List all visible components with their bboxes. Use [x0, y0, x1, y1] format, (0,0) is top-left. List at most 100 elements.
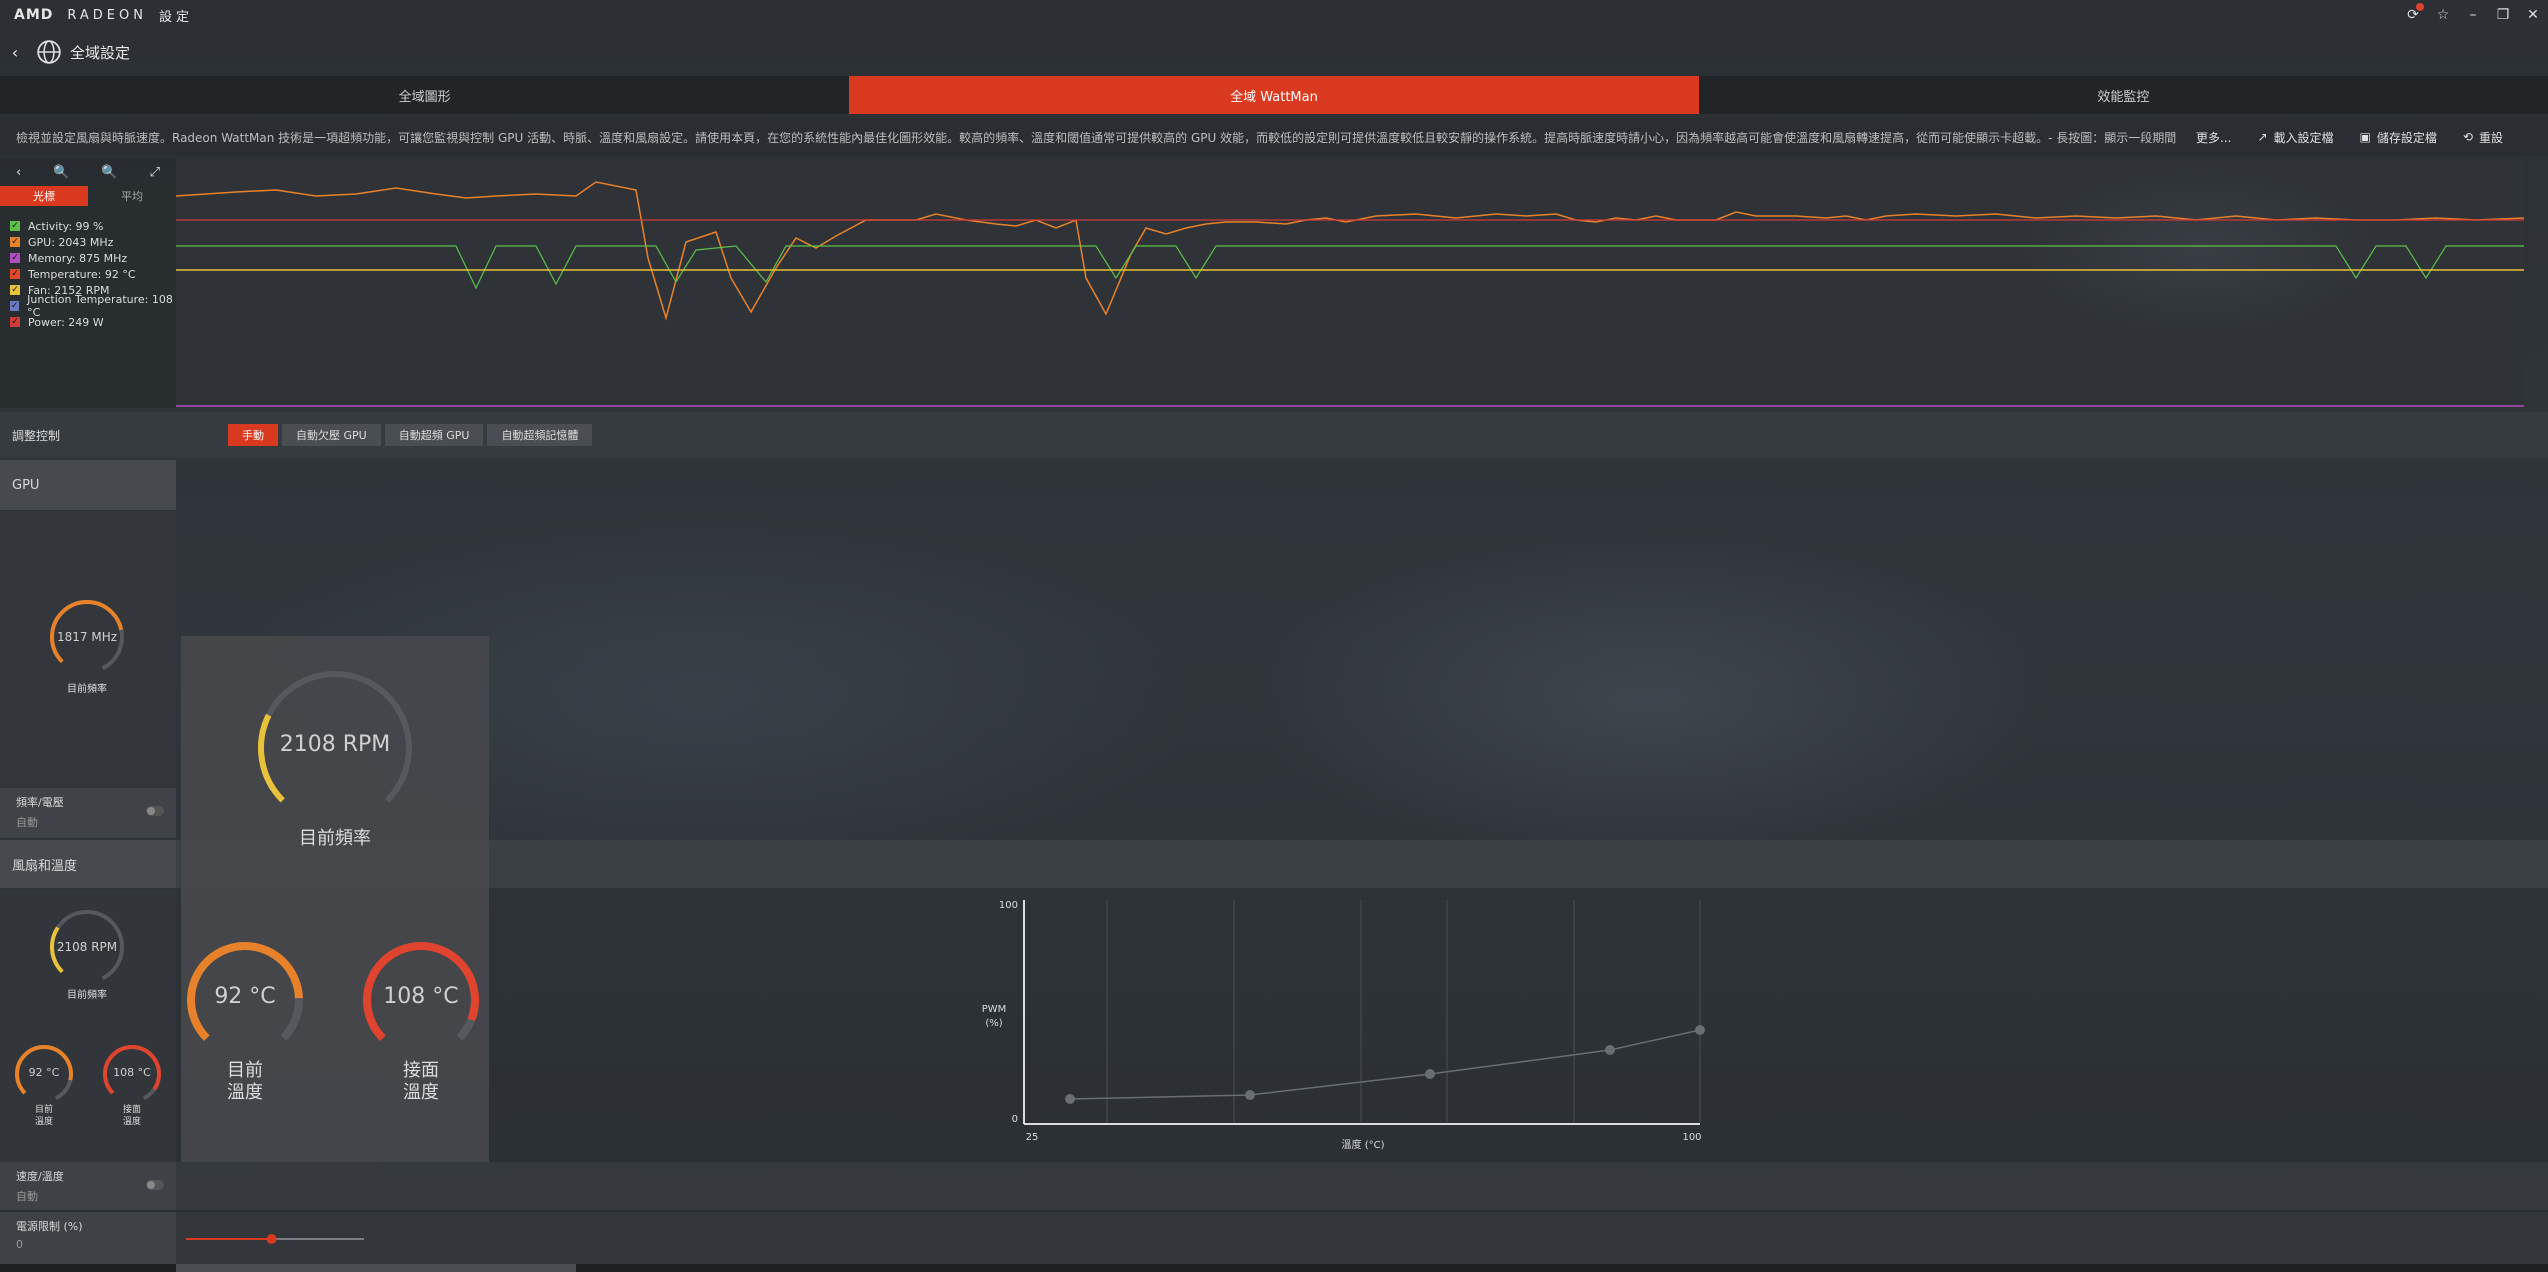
back-arrow-icon[interactable]: ‹ [0, 43, 30, 62]
gpu-section-header[interactable]: GPU [0, 460, 176, 510]
freq-voltage-toggle[interactable] [146, 806, 164, 816]
fan-rpm-value: 2108 RPM [56, 940, 118, 954]
breadcrumb: ‹ 全域設定 [0, 32, 130, 72]
checkbox-icon: ✓ [10, 317, 20, 327]
speed-temp-toggle[interactable] [146, 1180, 164, 1190]
popup-junction-label-line2: 溫度 [403, 1082, 439, 1103]
more-link[interactable]: 更多... [2196, 129, 2231, 146]
fan-curve-line [1069, 1029, 1701, 1100]
description-bar: 檢視並設定風扇與時脈速度。Radeon WattMan 技術是一項超頻功能，可讓… [0, 118, 2548, 156]
horizontal-scrollbar[interactable] [0, 1264, 2548, 1272]
fan-curve-grid [1106, 900, 1701, 1122]
zoom-out-icon[interactable]: 🔍 [101, 165, 117, 180]
metrics-line-chart[interactable] [176, 158, 2524, 408]
scrollbar-thumb[interactable] [176, 1264, 576, 1272]
legend-item[interactable]: ✓ Activity: 99 % [10, 218, 176, 234]
tuning-undervolt-button[interactable]: 自動欠壓 GPU [282, 424, 381, 446]
fan-section-header[interactable]: 風扇和溫度 [0, 840, 176, 888]
popup-rpm-value: 2108 RPM [279, 732, 391, 757]
fan-section-label: 風扇和溫度 [12, 858, 78, 874]
tab-global-graphics[interactable]: 全域圖形 [0, 76, 849, 114]
app-brand: AMD RADEON 設定 [14, 6, 193, 25]
x-axis-label: 溫度 (°C) [1342, 1138, 1385, 1151]
speed-temp-control[interactable]: 速度/溫度 自動 [0, 1162, 176, 1210]
popup-temperature-label-line2: 溫度 [227, 1082, 263, 1103]
power-limit-value: 0 [16, 1238, 23, 1251]
globe-icon [37, 40, 61, 64]
app-title: 設定 [158, 9, 193, 25]
legend-item[interactable]: ✓ Temperature: 92 °C [10, 266, 176, 282]
star-icon[interactable]: ☆ [2428, 7, 2458, 23]
tab-performance-monitor[interactable]: 效能監控 [1699, 76, 2548, 114]
close-button[interactable]: ✕ [2518, 7, 2548, 23]
activity-line [176, 245, 2524, 290]
chart-back-icon[interactable]: ‹ [16, 165, 21, 180]
load-profile-button[interactable]: ↗ 載入設定檔 [2257, 129, 2333, 146]
curve-point[interactable] [1425, 1069, 1435, 1079]
power-limit-label: 電源限制 (%) [16, 1220, 83, 1233]
gpu-clock-line [176, 181, 2524, 321]
tab-global-wattman[interactable]: 全域 WattMan [849, 76, 1699, 114]
popup-temperature-value: 92 °C [214, 984, 276, 1009]
notification-icon[interactable]: ⟳ [2398, 3, 2428, 23]
legend-item[interactable]: ✓ GPU: 2043 MHz [10, 234, 176, 250]
fan-section-body: 2108 RPM 目前頻率 92 °C 目前 溫度 108 °C 接面 溫度 [0, 890, 176, 1162]
legend-item[interactable]: ✓ Memory: 875 MHz [10, 250, 176, 266]
checkbox-icon: ✓ [10, 237, 20, 247]
freq-voltage-label: 頻率/電壓 [16, 796, 64, 809]
freq-voltage-control[interactable]: 頻率/電壓 自動 [0, 788, 176, 838]
tuning-options: 手動 自動欠壓 GPU 自動超頻 GPU 自動超頻記憶體 [228, 424, 596, 446]
legend-label: Activity: 99 % [28, 219, 104, 233]
checkbox-icon: ✓ [10, 301, 20, 311]
amd-logo: AMD [14, 7, 54, 23]
tuning-control-row: 調整控制 手動 自動欠壓 GPU 自動超頻 GPU 自動超頻記憶體 [0, 412, 2548, 458]
window-controls: ⟳ ☆ – ❐ ✕ [2398, 0, 2548, 30]
tuning-overclock-gpu-button[interactable]: 自動超頻 GPU [384, 424, 484, 446]
fit-view-icon[interactable]: ⤢ [150, 165, 160, 180]
tab-bar: 全域圖形 全域 WattMan 效能監控 [0, 76, 2548, 114]
checkbox-icon: ✓ [10, 285, 20, 295]
fan-section-strip [176, 840, 2548, 888]
chart-toolbar: ‹ 🔍 🔍 ⤢ [0, 158, 176, 186]
load-profile-label: 載入設定檔 [2273, 130, 2334, 145]
gpu-section-label: GPU [12, 477, 40, 493]
y-axis-label-line1: PWM [982, 1004, 1007, 1015]
freq-voltage-sub: 自動 [16, 816, 38, 829]
tuning-overclock-memory-button[interactable]: 自動超頻記憶體 [487, 424, 593, 446]
temperature-label-line2: 溫度 [34, 1117, 53, 1127]
slider-thumb[interactable] [266, 1234, 277, 1244]
gauge-popup-card: 2108 RPM 目前頻率 92 °C 目前 溫度 108 °C 接面 溫度 [181, 636, 489, 1162]
restore-button[interactable]: ❐ [2488, 7, 2518, 23]
mode-average-button[interactable]: 平均 [88, 186, 176, 206]
reset-button[interactable]: ⟲ 重設 [2463, 129, 2503, 146]
legend-item[interactable]: ✓ Junction Temperature: 108 °C [10, 293, 176, 319]
save-profile-label: 儲存設定檔 [2376, 130, 2437, 145]
mode-live-button[interactable]: 光標 [0, 186, 88, 206]
curve-point[interactable] [1065, 1094, 1075, 1104]
junction-temperature-value: 108 °C [113, 1066, 151, 1079]
legend-label: Memory: 875 MHz [28, 251, 128, 265]
fan-curve-chart[interactable]: 100 0 PWM (%) 25 100 溫度 (°C) [980, 890, 1720, 1162]
save-profile-button[interactable]: ▣ 儲存設定檔 [2360, 129, 2437, 146]
curve-point[interactable] [1605, 1045, 1615, 1055]
power-limit-slider[interactable] [186, 1234, 364, 1244]
speed-temp-sub: 自動 [16, 1190, 38, 1203]
chart-control-panel: ‹ 🔍 🔍 ⤢ 光標 平均 ✓ Activity: 99 % ✓ GPU: 2043… [0, 158, 176, 408]
minimize-button[interactable]: – [2458, 7, 2488, 23]
zoom-in-icon[interactable]: 🔍 [53, 165, 69, 180]
speed-temp-strip [176, 1162, 2548, 1210]
speed-temp-label: 速度/溫度 [16, 1170, 64, 1183]
radeon-label: RADEON [67, 7, 147, 23]
description-text: 檢視並設定風扇與時脈速度。Radeon WattMan 技術是一項超頻功能，可讓… [16, 130, 2176, 145]
y-min-tick: 0 [1012, 1114, 1018, 1125]
reset-icon: ⟲ [2462, 130, 2473, 144]
gpu-frequency-label: 目前頻率 [67, 684, 107, 695]
load-arrow-icon: ↗ [2257, 130, 2268, 144]
popup-rpm-label: 目前頻率 [299, 828, 371, 849]
reset-label: 重設 [2478, 130, 2503, 145]
popup-junction-value: 108 °C [383, 984, 459, 1009]
curve-point[interactable] [1695, 1025, 1705, 1035]
tuning-manual-button[interactable]: 手動 [228, 424, 278, 446]
power-limit-strip [176, 1212, 2548, 1264]
curve-point[interactable] [1245, 1090, 1255, 1100]
